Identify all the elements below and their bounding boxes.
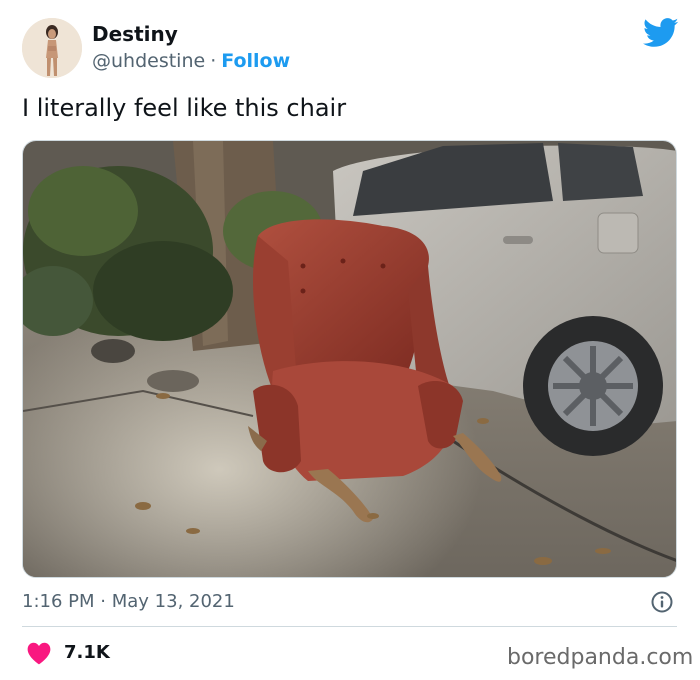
tweet-text: I literally feel like this chair xyxy=(22,94,347,122)
watermark: boredpanda.com xyxy=(507,645,694,670)
separator-dot: · xyxy=(100,591,106,612)
info-icon[interactable] xyxy=(650,590,674,614)
tweet-card: Destiny @uhdestine · Follow I literally fe… xyxy=(0,0,700,680)
separator-dot: · xyxy=(210,50,217,72)
author-meta: @uhdestine · Follow xyxy=(92,50,290,72)
divider xyxy=(22,626,677,627)
tweet-timestamp[interactable]: 1:16 PM · May 13, 2021 xyxy=(22,591,235,612)
tweet-photo-chair[interactable] xyxy=(22,140,677,578)
tweet-date: May 13, 2021 xyxy=(111,591,235,612)
tweet-time: 1:16 PM xyxy=(22,591,95,612)
like-count[interactable]: 7.1K xyxy=(64,642,110,663)
avatar[interactable] xyxy=(22,18,82,78)
follow-button[interactable]: Follow xyxy=(221,50,290,72)
twitter-bird-icon[interactable] xyxy=(643,18,679,48)
heart-icon[interactable] xyxy=(26,641,52,665)
author-display-name[interactable]: Destiny xyxy=(92,22,178,46)
author-handle[interactable]: @uhdestine xyxy=(92,50,205,72)
